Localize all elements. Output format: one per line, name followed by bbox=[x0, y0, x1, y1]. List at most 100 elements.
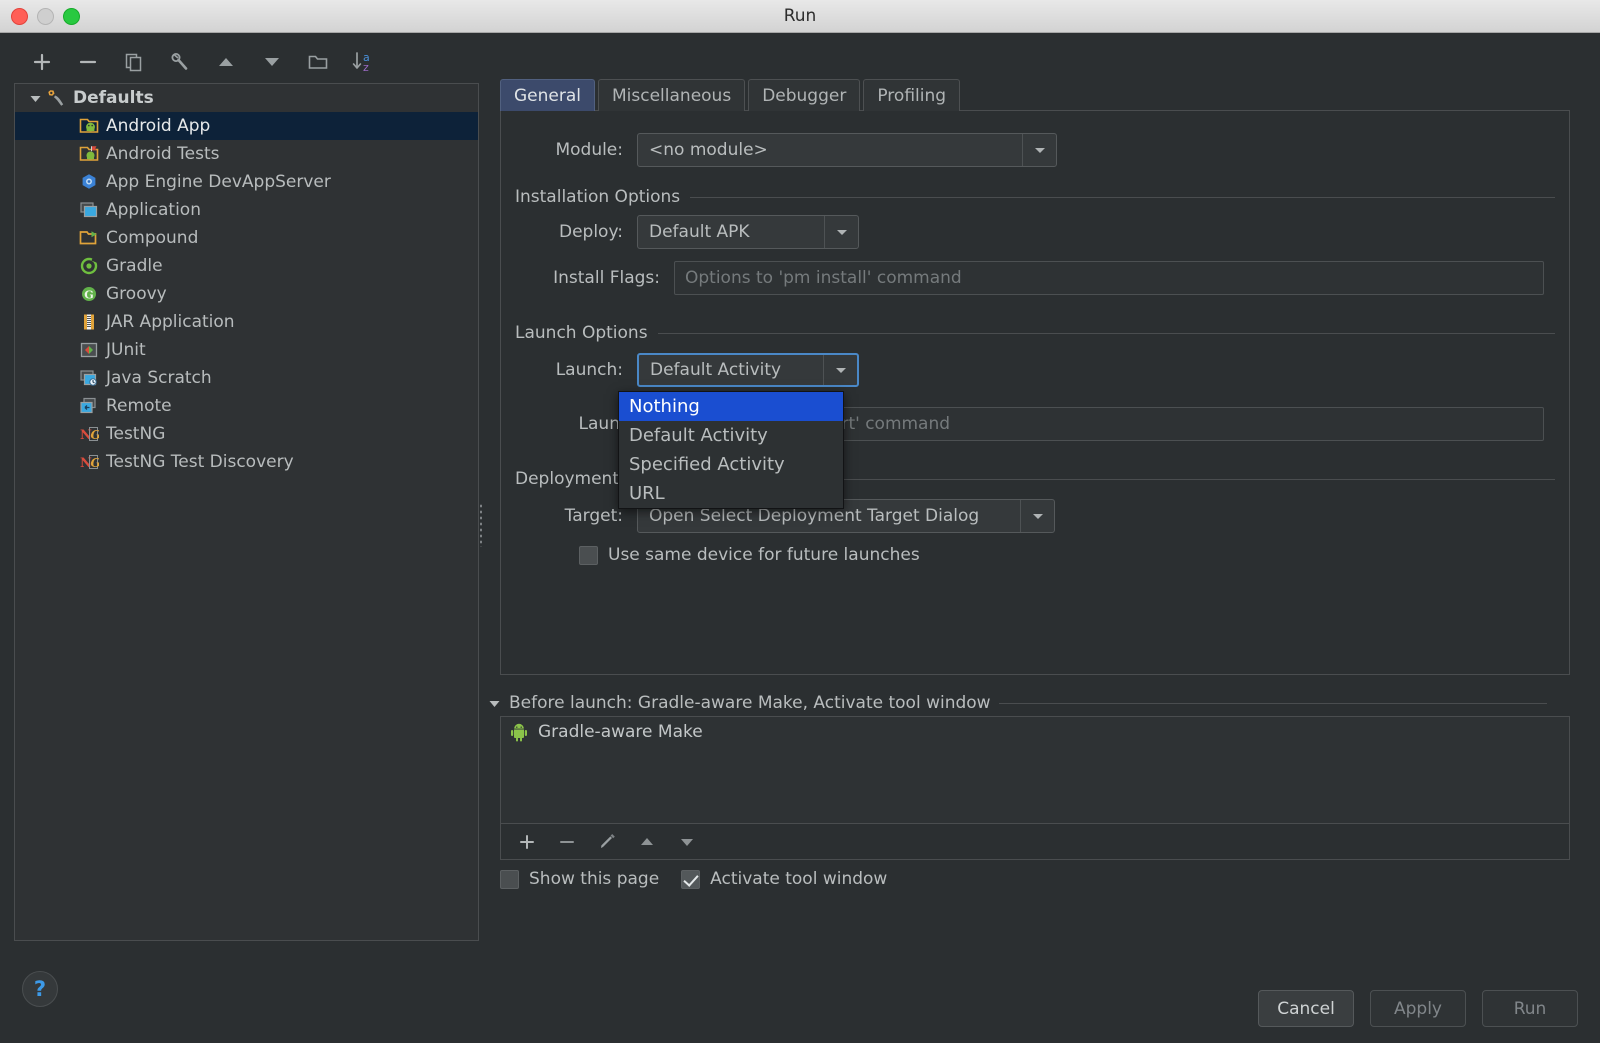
deploy-label: Deploy: bbox=[515, 222, 623, 242]
configurations-toolbar: a z bbox=[14, 41, 479, 83]
launch-dropdown-popup[interactable]: Nothing Default Activity Specified Activ… bbox=[618, 391, 844, 509]
triangle-up-icon[interactable] bbox=[208, 46, 244, 78]
remove-task-button[interactable] bbox=[551, 828, 583, 856]
cancel-button[interactable]: Cancel bbox=[1258, 990, 1354, 1027]
before-launch-header[interactable]: Before launch: Gradle-aware Make, Activa… bbox=[488, 693, 1547, 713]
splitter-grip[interactable] bbox=[479, 503, 484, 547]
tree-item-groovy[interactable]: G Groovy bbox=[15, 280, 478, 308]
tree-item-label: JAR Application bbox=[106, 312, 235, 332]
add-button[interactable] bbox=[24, 46, 60, 78]
android-tests-icon bbox=[78, 144, 100, 164]
dropdown-option-url[interactable]: URL bbox=[619, 479, 843, 508]
tree-item-jar-application[interactable]: JAR Application bbox=[15, 308, 478, 336]
panel-splitter[interactable] bbox=[477, 66, 486, 1043]
tree-item-java-scratch[interactable]: Java Scratch bbox=[15, 364, 478, 392]
list-item[interactable]: Gradle-aware Make bbox=[501, 717, 1569, 747]
tree-item-label: TestNG bbox=[106, 424, 165, 444]
tree-root-label: Defaults bbox=[73, 88, 154, 108]
move-task-up-button[interactable] bbox=[631, 828, 663, 856]
tree-item-application[interactable]: Application bbox=[15, 196, 478, 224]
remove-button[interactable] bbox=[70, 46, 106, 78]
tree-item-remote[interactable]: Remote bbox=[15, 392, 478, 420]
tree-item-label: Application bbox=[106, 200, 201, 220]
dropdown-option-nothing[interactable]: Nothing bbox=[619, 392, 843, 421]
settings-tabs: General Miscellaneous Debugger Profiling bbox=[500, 79, 960, 111]
module-value: <no module> bbox=[638, 134, 1022, 166]
pencil-icon[interactable] bbox=[591, 828, 623, 856]
use-same-device-row[interactable]: Use same device for future launches bbox=[579, 545, 920, 565]
tree-item-label: App Engine DevAppServer bbox=[106, 172, 331, 192]
launch-combo[interactable]: Default Activity bbox=[637, 353, 859, 387]
tab-debugger[interactable]: Debugger bbox=[748, 79, 860, 111]
deploy-value: Default APK bbox=[638, 216, 824, 248]
before-launch-label: Before launch: Gradle-aware Make, Activa… bbox=[509, 693, 991, 713]
tree-item-app-engine-devappserver[interactable]: App Engine DevAppServer bbox=[15, 168, 478, 196]
help-button[interactable]: ? bbox=[22, 971, 58, 1007]
gradle-icon bbox=[78, 256, 100, 276]
tree-item-junit[interactable]: JUnit bbox=[15, 336, 478, 364]
use-same-device-checkbox[interactable] bbox=[579, 546, 598, 565]
triangle-down-icon[interactable] bbox=[254, 46, 290, 78]
chevron-down-icon[interactable] bbox=[1020, 500, 1054, 532]
tree-item-gradle[interactable]: Gradle bbox=[15, 252, 478, 280]
tab-general[interactable]: General bbox=[500, 79, 595, 111]
tree-item-label: Android App bbox=[106, 116, 210, 136]
move-task-down-button[interactable] bbox=[671, 828, 703, 856]
chevron-down-icon[interactable] bbox=[488, 697, 501, 710]
install-flags-input[interactable]: Options to 'pm install' command bbox=[674, 261, 1544, 295]
chevron-down-icon[interactable] bbox=[824, 216, 858, 248]
tab-profiling[interactable]: Profiling bbox=[863, 79, 960, 111]
apply-button[interactable]: Apply bbox=[1370, 990, 1466, 1027]
install-flags-row: Install Flags: Options to 'pm install' c… bbox=[515, 261, 1544, 295]
tree-item-label: Groovy bbox=[106, 284, 167, 304]
module-label: Module: bbox=[515, 140, 623, 160]
android-robot-icon bbox=[509, 722, 529, 742]
launch-value: Default Activity bbox=[639, 355, 823, 385]
tab-miscellaneous[interactable]: Miscellaneous bbox=[598, 79, 745, 111]
window-title: Run bbox=[0, 0, 1600, 33]
section-divider bbox=[999, 703, 1547, 704]
list-item-label: Gradle-aware Make bbox=[538, 722, 703, 742]
tree-item-label: Android Tests bbox=[106, 144, 219, 164]
jar-icon bbox=[78, 312, 100, 332]
configurations-tree[interactable]: Defaults Android App bbox=[14, 83, 479, 941]
add-task-button[interactable] bbox=[511, 828, 543, 856]
folder-icon[interactable] bbox=[300, 46, 336, 78]
chevron-down-icon[interactable] bbox=[25, 92, 45, 105]
run-button[interactable]: Run bbox=[1482, 990, 1578, 1027]
dialog-buttons: Cancel Apply Run bbox=[1258, 990, 1578, 1027]
tree-item-label: TestNG Test Discovery bbox=[106, 452, 294, 472]
tree-item-label: JUnit bbox=[106, 340, 146, 360]
wrench-icon[interactable] bbox=[162, 46, 198, 78]
show-this-page-checkbox[interactable] bbox=[500, 870, 519, 889]
svg-text:G: G bbox=[91, 428, 100, 442]
chevron-down-icon[interactable] bbox=[823, 355, 857, 385]
show-this-page-row[interactable]: Show this page bbox=[500, 869, 659, 889]
activate-tool-window-checkbox[interactable] bbox=[681, 870, 700, 889]
tree-item-testng-test-discovery[interactable]: N G TestNG Test Discovery bbox=[15, 448, 478, 476]
tree-item-testng[interactable]: N G TestNG bbox=[15, 420, 478, 448]
chevron-down-icon[interactable] bbox=[1022, 134, 1056, 166]
install-flags-label: Install Flags: bbox=[515, 268, 660, 288]
tree-item-android-tests[interactable]: Android Tests bbox=[15, 140, 478, 168]
launch-options-section: Launch Options bbox=[515, 323, 1555, 343]
tree-item-label: Java Scratch bbox=[106, 368, 212, 388]
activate-tool-window-row[interactable]: Activate tool window bbox=[681, 869, 887, 889]
before-launch-list[interactable]: Gradle-aware Make bbox=[500, 716, 1570, 824]
sort-az-icon[interactable]: a z bbox=[346, 46, 382, 78]
copy-icon[interactable] bbox=[116, 46, 152, 78]
window-titlebar: Run bbox=[0, 0, 1600, 33]
application-icon bbox=[78, 200, 100, 220]
deploy-combo[interactable]: Default APK bbox=[637, 215, 859, 249]
app-engine-icon bbox=[78, 172, 100, 192]
tree-root-defaults[interactable]: Defaults bbox=[15, 84, 478, 112]
dropdown-option-default-activity[interactable]: Default Activity bbox=[619, 421, 843, 450]
tree-item-compound[interactable]: Compound bbox=[15, 224, 478, 252]
deploy-row: Deploy: Default APK bbox=[515, 215, 859, 249]
target-label: Target: bbox=[515, 506, 623, 526]
tree-item-label: Gradle bbox=[106, 256, 163, 276]
svg-text:z: z bbox=[363, 61, 369, 74]
tree-item-android-app[interactable]: Android App bbox=[15, 112, 478, 140]
module-combo[interactable]: <no module> bbox=[637, 133, 1057, 167]
dropdown-option-specified-activity[interactable]: Specified Activity bbox=[619, 450, 843, 479]
